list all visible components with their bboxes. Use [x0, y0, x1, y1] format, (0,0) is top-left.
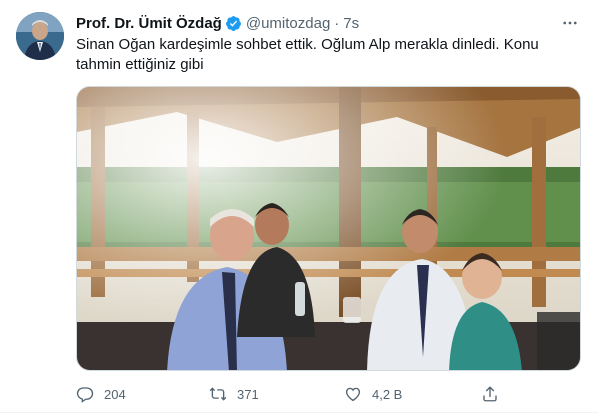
like-count: 4,2 B	[372, 386, 403, 402]
timestamp[interactable]: 7s	[343, 15, 359, 32]
like-button[interactable]: 4,2 B	[344, 380, 402, 408]
reply-icon	[76, 387, 94, 403]
share-button[interactable]	[481, 380, 509, 408]
more-options-icon[interactable]	[558, 11, 582, 35]
reply-count: 204	[104, 386, 126, 402]
share-icon	[483, 386, 497, 402]
heart-icon	[345, 387, 361, 402]
tweet-header: Prof. Dr. Ümit Özdağ @umitozdag · 7s	[76, 13, 582, 33]
tweet-card[interactable]: Prof. Dr. Ümit Özdağ @umitozdag · 7s Sin…	[0, 0, 598, 413]
reply-button[interactable]: 204	[76, 380, 126, 408]
author-handle[interactable]: @umitozdag	[246, 15, 330, 32]
verified-badge-icon	[225, 15, 241, 31]
tweet-actions: 204 371 4,2 B	[76, 380, 506, 408]
avatar-image	[16, 12, 64, 60]
photo-image	[77, 87, 580, 370]
tweet-text: Sinan Oğan kardeşimle sohbet ettik. Oğlu…	[76, 36, 539, 73]
avatar[interactable]	[16, 12, 64, 60]
author-name[interactable]: Prof. Dr. Ümit Özdağ	[76, 15, 222, 32]
retweet-icon	[209, 387, 227, 401]
retweet-button[interactable]: 371	[209, 380, 259, 408]
retweet-count: 371	[237, 386, 259, 402]
separator-dot: ·	[334, 14, 340, 32]
tweet-photo[interactable]	[76, 86, 581, 371]
